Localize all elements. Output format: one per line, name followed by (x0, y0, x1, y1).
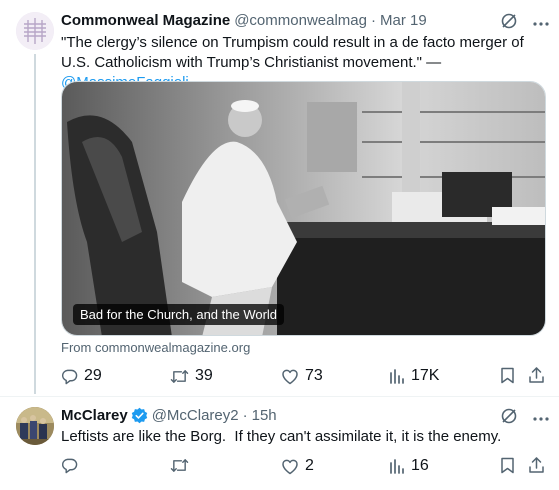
tweet-header: Commonweal Magazine @commonwealmag · Mar… (61, 12, 427, 29)
like-button[interactable]: 2 (281, 457, 314, 475)
share-button[interactable] (528, 456, 545, 474)
share-button[interactable] (528, 366, 545, 384)
reply-count: 29 (84, 367, 102, 384)
more-icon[interactable] (532, 410, 550, 428)
like-count: 73 (305, 367, 323, 384)
tweet-mcclarey[interactable]: McClarey @McClarey2 · 15h Leftists are l… (0, 397, 559, 490)
retweet-count: 39 (195, 367, 213, 384)
verified-badge-icon (131, 407, 148, 424)
image-caption: Bad for the Church, and the World (73, 304, 285, 325)
more-icon[interactable] (532, 15, 550, 33)
like-button[interactable]: 73 (281, 367, 323, 385)
link-source[interactable]: From commonwealmagazine.org (61, 340, 250, 355)
grok-icon[interactable] (500, 12, 518, 35)
retweet-button[interactable]: 39 (170, 367, 213, 385)
tweet-text: Leftists are like the Borg. If they can'… (61, 428, 502, 445)
tweet-time[interactable]: 15h (252, 407, 277, 424)
reply-icon (62, 369, 78, 384)
pope-photo (62, 82, 545, 335)
separator-dot: · (242, 407, 248, 424)
views-button[interactable]: 16 (389, 457, 429, 475)
like-count: 2 (305, 457, 314, 474)
mcclarey-avatar-icon (16, 407, 54, 445)
like-icon (282, 369, 298, 384)
tweet-header: McClarey @McClarey2 · 15h (61, 407, 277, 424)
thread-line (34, 54, 36, 394)
avatar-commonweal[interactable] (16, 12, 54, 50)
avatar-mcclarey[interactable] (16, 407, 54, 445)
views-count: 16 (411, 457, 429, 474)
retweet-button[interactable] (170, 457, 195, 474)
tweet-commonweal[interactable]: Commonweal Magazine @commonwealmag · Mar… (0, 0, 559, 394)
author-handle[interactable]: @McClarey2 (152, 407, 239, 424)
author-handle[interactable]: @commonwealmag (234, 12, 367, 29)
reply-button[interactable] (61, 457, 84, 474)
tweet-time[interactable]: Mar 19 (380, 12, 427, 29)
reply-icon (62, 458, 78, 474)
retweet-icon (170, 369, 189, 383)
retweet-icon (170, 459, 189, 472)
share-icon (529, 367, 544, 383)
tweet-top-icons (500, 12, 550, 35)
share-icon (529, 457, 544, 473)
author-name[interactable]: Commonweal Magazine (61, 12, 230, 29)
views-button[interactable]: 17K (389, 367, 439, 385)
author-name[interactable]: McClarey (61, 407, 128, 424)
views-icon (390, 368, 404, 384)
bookmark-icon (501, 457, 514, 474)
reply-button[interactable]: 29 (61, 367, 102, 385)
separator-dot: · (370, 12, 376, 29)
views-icon (390, 458, 404, 474)
views-count: 17K (411, 367, 440, 384)
tweet-quote: "The clergy’s silence on Trumpism could … (61, 34, 524, 71)
commonweal-logo-icon (16, 12, 54, 50)
bookmark-icon (501, 367, 514, 384)
bookmark-button[interactable] (500, 457, 515, 474)
bookmark-button[interactable] (500, 367, 515, 384)
like-icon (282, 459, 298, 474)
link-card-image[interactable]: Bad for the Church, and the World (61, 81, 546, 336)
